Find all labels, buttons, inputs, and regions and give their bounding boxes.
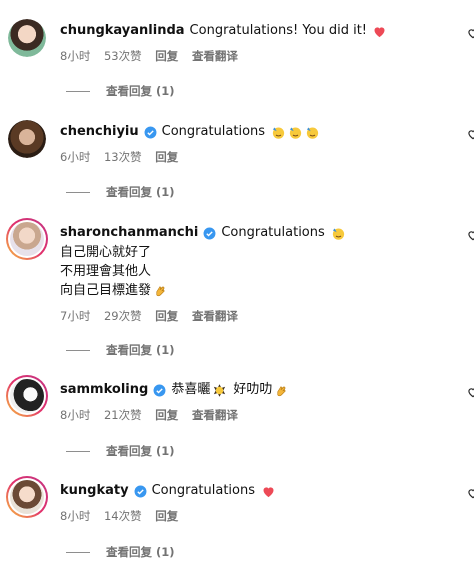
comment-line: sammkoling 恭喜曬 好叻叻 xyxy=(60,381,289,399)
like-count[interactable]: 29次赞 xyxy=(104,309,142,323)
reply-button[interactable]: 回复 xyxy=(155,49,178,63)
view-replies-button[interactable]: 查看回复 (1) xyxy=(66,443,175,459)
comment-extra-text: 自己開心就好了 不用理會其他人 向自己目標進發 xyxy=(60,243,168,300)
view-replies-label: 查看回复 (1) xyxy=(106,545,175,559)
avatar[interactable] xyxy=(8,120,46,158)
like-count[interactable]: 21次赞 xyxy=(104,408,142,422)
view-replies-label: 查看回复 (1) xyxy=(106,444,175,458)
like-outline-icon[interactable] xyxy=(466,26,474,40)
comment-text: Congratulations xyxy=(221,225,325,240)
avatar[interactable] xyxy=(6,476,48,518)
reply-button[interactable]: 回复 xyxy=(155,509,178,523)
comment-line-3: 不用理會其他人 xyxy=(60,264,152,279)
comment-text: Congratulations xyxy=(161,124,266,139)
verified-badge-icon xyxy=(134,485,147,497)
comment-meta: 8小时 21次赞 回复 查看翻译 xyxy=(60,407,248,423)
like-count[interactable]: 53次赞 xyxy=(104,49,142,63)
timestamp: 7小时 xyxy=(60,309,91,323)
verified-badge-icon xyxy=(153,384,166,396)
view-replies-label: 查看回复 (1) xyxy=(106,343,175,357)
celebrate-face-icon xyxy=(332,228,344,240)
view-replies-label: 查看回复 (1) xyxy=(106,84,175,98)
replies-divider xyxy=(66,191,90,193)
like-count[interactable]: 14次赞 xyxy=(104,509,142,523)
comment-meta: 6小时 13次赞 回复 xyxy=(60,149,188,165)
view-replies-button[interactable]: 查看回复 (1) xyxy=(66,184,175,200)
comment-meta: 8小时 14次赞 回复 xyxy=(60,508,188,524)
avatar[interactable] xyxy=(8,19,46,57)
username[interactable]: kungkaty xyxy=(60,482,129,500)
celebrate-face-icon xyxy=(272,127,285,139)
heart-icon xyxy=(374,26,385,37)
timestamp: 8小时 xyxy=(60,509,91,523)
comment-text: Congratulations xyxy=(151,483,256,498)
like-outline-icon[interactable] xyxy=(466,385,474,399)
see-translation-button[interactable]: 查看翻译 xyxy=(192,408,238,422)
comment-meta: 8小时 53次赞 回复 查看翻译 xyxy=(60,48,248,64)
verified-badge-icon xyxy=(144,126,157,138)
see-translation-button[interactable]: 查看翻译 xyxy=(192,49,238,63)
view-replies-button[interactable]: 查看回复 (1) xyxy=(66,544,175,560)
comment-text-2: 好叻叻 xyxy=(233,382,273,397)
clap-icon xyxy=(277,385,287,396)
see-translation-button[interactable]: 查看翻译 xyxy=(192,309,238,323)
comment-line-4: 向自己目標進發 xyxy=(60,281,168,300)
comment-line: chenchiyiu Congratulations xyxy=(60,123,320,141)
like-outline-icon[interactable] xyxy=(466,228,474,242)
comment-text: Congratulations! You did it! xyxy=(189,23,368,38)
replies-divider xyxy=(66,450,90,452)
avatar[interactable] xyxy=(6,375,48,417)
timestamp: 6小时 xyxy=(60,150,91,164)
replies-divider xyxy=(66,349,90,351)
celebrate-face-icon xyxy=(306,127,319,139)
view-replies-button[interactable]: 查看回复 (1) xyxy=(66,342,175,358)
like-outline-icon[interactable] xyxy=(466,127,474,141)
username[interactable]: sammkoling xyxy=(60,381,148,399)
replies-divider xyxy=(66,90,90,92)
celebrate-face-icon xyxy=(214,383,226,397)
username[interactable]: chungkayanlinda xyxy=(60,22,185,40)
reply-button[interactable]: 回复 xyxy=(155,309,178,323)
username[interactable]: chenchiyiu xyxy=(60,123,139,141)
view-replies-label: 查看回复 (1) xyxy=(106,185,175,199)
timestamp: 8小时 xyxy=(60,49,91,63)
comment-line: kungkaty Congratulations xyxy=(60,482,276,500)
timestamp: 8小时 xyxy=(60,408,91,422)
like-outline-icon[interactable] xyxy=(466,486,474,500)
heart-icon xyxy=(263,486,274,497)
clap-icon xyxy=(156,286,165,297)
verified-badge-icon xyxy=(203,227,216,239)
reply-button[interactable]: 回复 xyxy=(155,150,178,164)
replies-divider xyxy=(66,551,90,553)
username[interactable]: sharonchanmanchi xyxy=(60,224,198,242)
comment-line-2: 自己開心就好了 xyxy=(60,245,152,260)
comment-text: 恭喜曬 xyxy=(171,382,211,397)
like-count[interactable]: 13次赞 xyxy=(104,150,142,164)
avatar[interactable] xyxy=(6,218,48,260)
comment-line: chungkayanlinda Congratulations! You did… xyxy=(60,22,387,40)
comment-meta: 7小时 29次赞 回复 查看翻译 xyxy=(60,308,248,324)
reply-button[interactable]: 回复 xyxy=(155,408,178,422)
comment-line: sharonchanmanchi Congratulations xyxy=(60,224,346,242)
view-replies-button[interactable]: 查看回复 (1) xyxy=(66,83,175,99)
celebrate-face-icon xyxy=(289,127,302,139)
